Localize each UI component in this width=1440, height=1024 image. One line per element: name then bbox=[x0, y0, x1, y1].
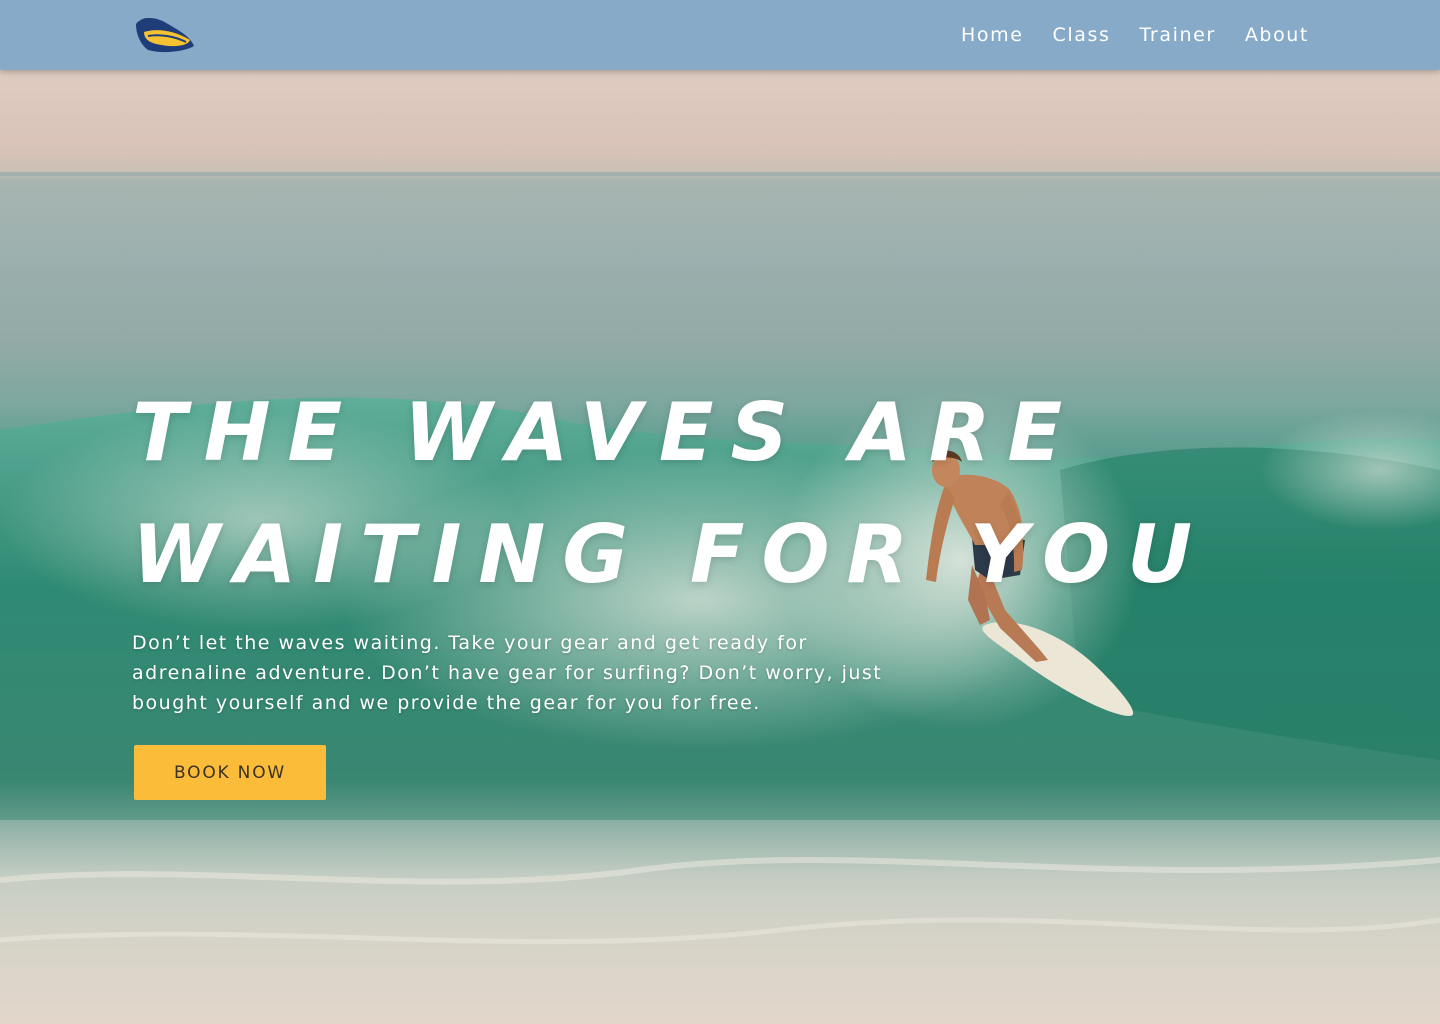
book-now-button[interactable]: BOOK NOW bbox=[134, 745, 326, 800]
hero-description: Don’t let the waves waiting. Take your g… bbox=[132, 632, 883, 714]
nav-link-class[interactable]: Class bbox=[1053, 24, 1111, 46]
hero-headline-line2: WAITING FOR YOU bbox=[132, 508, 1210, 601]
hero-headline-line1: THE WAVES ARE bbox=[132, 386, 1080, 479]
hero-headline: THE WAVES ARE WAITING FOR YOU bbox=[132, 372, 1209, 616]
nav-links: Home Class Trainer About bbox=[961, 0, 1309, 70]
nav-link-home[interactable]: Home bbox=[961, 24, 1024, 46]
hero-content: THE WAVES ARE WAITING FOR YOU Don’t let … bbox=[132, 372, 1209, 718]
nav-link-about[interactable]: About bbox=[1245, 24, 1309, 46]
nav-link-trainer[interactable]: Trainer bbox=[1140, 24, 1216, 46]
top-navbar: Home Class Trainer About bbox=[0, 0, 1440, 70]
surf-helmet-logo-icon[interactable] bbox=[134, 14, 196, 54]
